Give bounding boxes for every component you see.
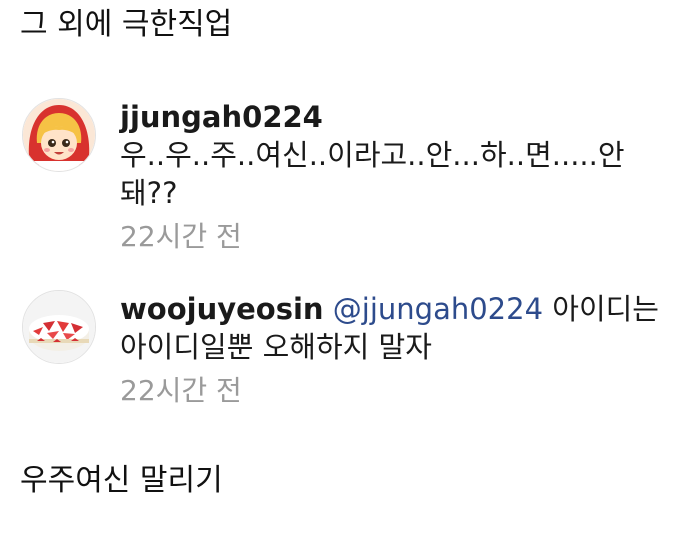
user-avatar[interactable]	[22, 290, 96, 364]
strawberry-cake-icon	[23, 291, 95, 363]
comment-timestamp: 22시간 전	[120, 374, 242, 407]
top-caption: 그 외에 극한직업	[20, 7, 233, 42]
mention-link[interactable]: @jjungah0224	[333, 292, 543, 326]
comment-username[interactable]: woojuyeosin	[120, 292, 324, 326]
comment-username[interactable]: jjungah0224	[120, 100, 323, 134]
bottom-caption: 우주여신 말리기	[20, 463, 223, 498]
comment-text: 우..우..주..여신..이라고..안...하..면.....안돼??	[120, 138, 625, 210]
comment-timestamp: 22시간 전	[120, 220, 242, 253]
user-avatar[interactable]	[22, 98, 96, 172]
red-hood-girl-icon	[23, 99, 95, 171]
